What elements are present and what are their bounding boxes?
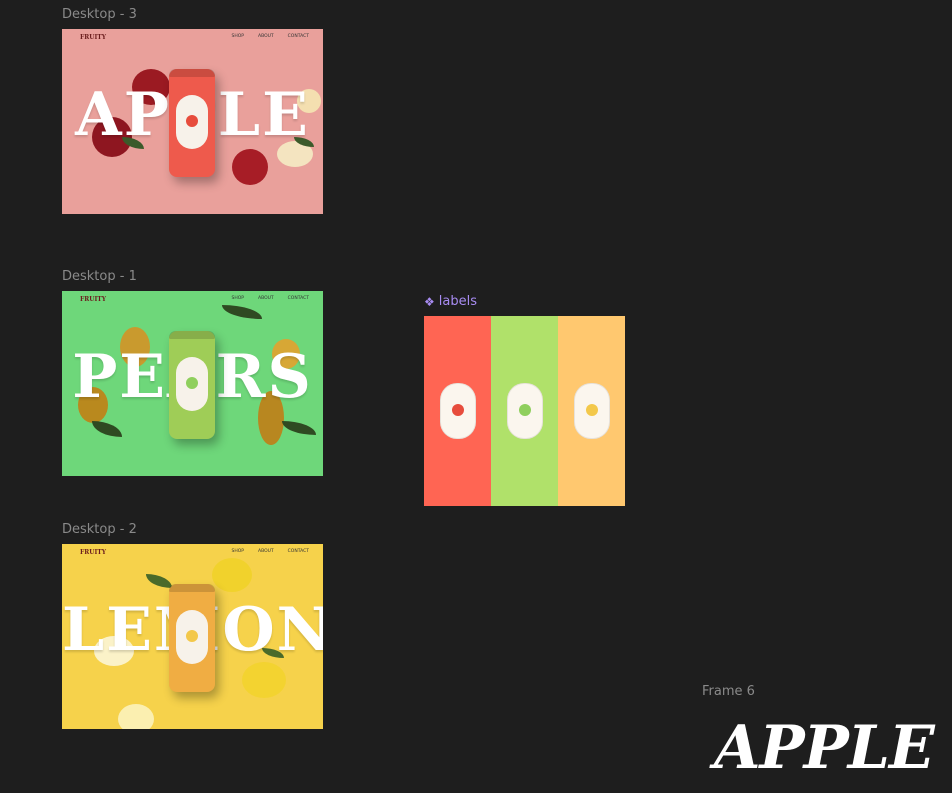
nav-contact: CONTACT — [287, 34, 309, 39]
frame-title-frame-6[interactable]: Frame 6 — [702, 684, 755, 699]
logo: FRUITY — [80, 34, 107, 41]
leaf — [92, 421, 122, 437]
frame-title-desktop-2[interactable]: Desktop - 2 — [62, 522, 137, 537]
label-swatch-pear[interactable] — [491, 316, 558, 506]
nav-about: ABOUT — [257, 296, 274, 301]
nav: SHOP ABOUT CONTACT — [231, 549, 309, 554]
nav-contact: CONTACT — [287, 296, 309, 301]
component-icon: ❖ — [424, 294, 435, 309]
logo: FRUITY — [80, 296, 107, 303]
nav-shop: SHOP — [231, 34, 244, 39]
logo: FRUITY — [80, 549, 107, 556]
label-badge — [506, 383, 543, 439]
frame-desktop-1[interactable]: FRUITY SHOP ABOUT CONTACT PEARS — [62, 291, 323, 476]
leaf — [146, 574, 172, 588]
frame-desktop-3[interactable]: FRUITY SHOP ABOUT CONTACT APPLE — [62, 29, 323, 214]
component-title[interactable]: ❖ labels — [424, 294, 477, 309]
labels-component[interactable] — [424, 316, 625, 506]
lemon-slice — [118, 704, 154, 729]
nav-about: ABOUT — [257, 549, 274, 554]
nav-contact: CONTACT — [287, 549, 309, 554]
leaf — [282, 421, 316, 435]
label-swatch-apple[interactable] — [424, 316, 491, 506]
nav: SHOP ABOUT CONTACT — [231, 34, 309, 39]
frame-title-desktop-1[interactable]: Desktop - 1 — [62, 269, 137, 284]
apple-fruit — [232, 149, 268, 185]
product-can — [169, 584, 215, 692]
lemon-fruit — [242, 662, 286, 698]
product-can — [169, 69, 215, 177]
label-badge — [439, 383, 476, 439]
leaf — [222, 305, 262, 319]
label-badge — [573, 383, 610, 439]
lemon-fruit — [212, 558, 252, 592]
nav-shop: SHOP — [231, 549, 244, 554]
nav-shop: SHOP — [231, 296, 244, 301]
frame-desktop-2[interactable]: FRUITY SHOP ABOUT CONTACT LEMON — [62, 544, 323, 729]
label-swatch-lemon[interactable] — [558, 316, 625, 506]
frame-6-word[interactable]: APPLE — [714, 715, 936, 781]
nav: SHOP ABOUT CONTACT — [231, 296, 309, 301]
component-name: labels — [438, 294, 477, 309]
nav-about: ABOUT — [257, 34, 274, 39]
frame-title-desktop-3[interactable]: Desktop - 3 — [62, 7, 137, 22]
product-can — [169, 331, 215, 439]
